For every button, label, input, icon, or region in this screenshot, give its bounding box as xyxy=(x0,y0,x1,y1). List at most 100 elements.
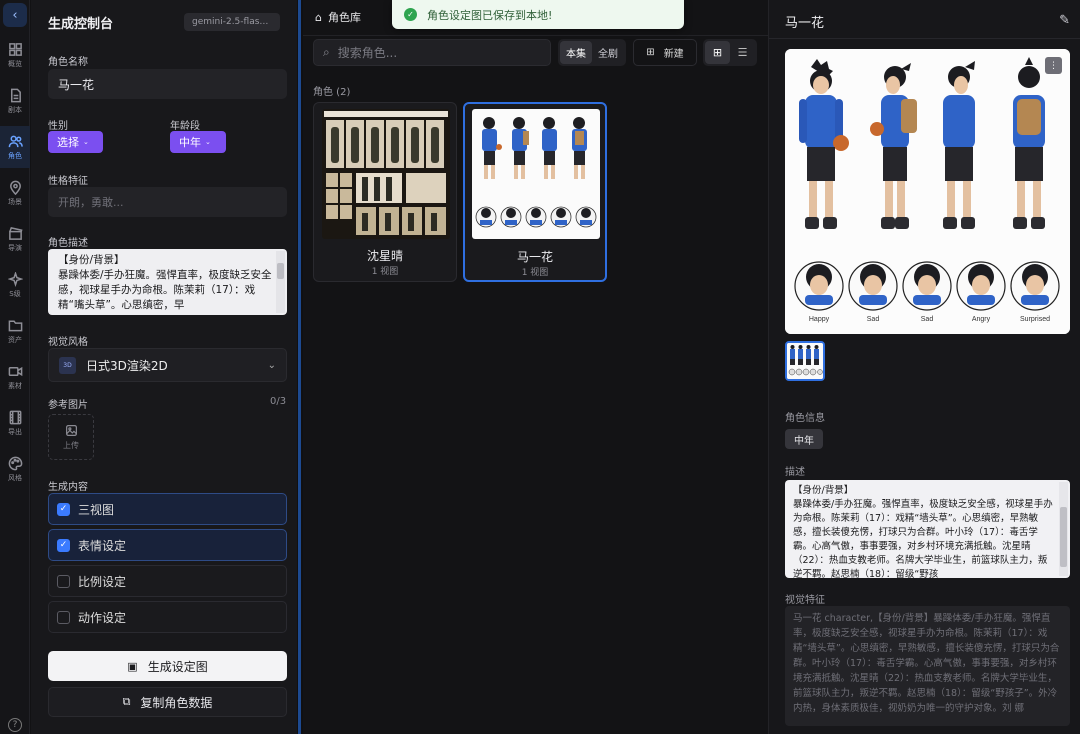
character-meta: 1 视图 xyxy=(521,268,549,278)
toast-notification: ✓ 角色设定图已保存到本地! xyxy=(392,0,684,29)
option-actions[interactable]: 动作设定 xyxy=(48,601,287,633)
generate-button[interactable]: ▣ 生成设定图 xyxy=(48,651,287,681)
visual-features-textarea[interactable]: 马一花 character,【身份/背景】暴躁体委/手办狂魔。强悍直率，极度缺乏… xyxy=(785,606,1070,726)
style-value: 日式3D渲染2D xyxy=(86,358,168,373)
toast-text: 角色设定图已保存到本地! xyxy=(427,8,553,22)
desc-textarea[interactable]: 【身份/背景】 暴躁体委/手办狂魔。强悍直率，极度缺乏安全感，视球星手办为命根。… xyxy=(785,480,1070,578)
expression-label: Sad xyxy=(867,316,880,323)
style-3d-icon: 3D xyxy=(59,356,76,374)
visual-label: 视觉特征 xyxy=(785,595,825,606)
upload-button[interactable]: 上传 xyxy=(48,414,94,460)
gender-select[interactable]: 选择 ⌄ xyxy=(48,131,103,153)
nav-item-script[interactable]: 剧本 xyxy=(0,80,30,122)
nav-item-overview[interactable]: 概览 xyxy=(0,34,30,76)
character-name: 沈星晴 xyxy=(366,249,403,263)
model-selector[interactable]: gemini-2.5-flash-i... xyxy=(184,13,280,31)
nav-item-export[interactable]: 导出 xyxy=(0,402,30,444)
name-label: 角色名称 xyxy=(48,57,88,68)
copy-icon: ⧉ xyxy=(122,695,131,708)
age-label: 年龄段 xyxy=(170,121,200,132)
search-icon: ⌕ xyxy=(323,45,330,59)
map-pin-icon xyxy=(9,180,21,195)
option-expressions[interactable]: ✓ 表情设定 xyxy=(48,529,287,561)
scrollbar[interactable] xyxy=(276,251,285,313)
gender-value: 选择 xyxy=(57,136,79,149)
desc-label: 角色描述 xyxy=(48,238,88,249)
nav-item-materials[interactable]: 素材 xyxy=(0,356,30,398)
nav-item-characters[interactable]: 角色 xyxy=(0,126,30,168)
nav-item-label: 场景 xyxy=(8,197,22,206)
chevron-down-icon: ⌄ xyxy=(83,138,89,146)
character-meta: 1 视图 xyxy=(371,267,399,277)
character-sheet-image[interactable]: Happy Sad Sad Angry Surprised ⋮ xyxy=(785,49,1070,334)
copy-label: 复制角色数据 xyxy=(140,695,213,710)
age-badge: 中年 xyxy=(785,429,823,449)
more-icon[interactable]: ⋮ xyxy=(1045,57,1062,74)
option-label: 三视图 xyxy=(78,502,115,517)
trait-input[interactable]: 开朗，勇敢... xyxy=(48,187,287,217)
desc-textarea[interactable]: 【身份/背景】 暴躁体委/手办狂魔。强悍直率，极度缺乏安全感，视球星手办为命根。… xyxy=(48,249,287,315)
desc-text: 【身份/背景】 暴躁体委/手办狂魔。强悍直率，极度缺乏安全感，视球星手办为命根。… xyxy=(58,254,272,311)
gender-label: 性别 xyxy=(48,121,68,132)
nav-item-s-grade[interactable]: S级 xyxy=(0,264,30,306)
list-view-icon[interactable]: ☰ xyxy=(730,41,755,64)
detail-title: 马一花 xyxy=(785,16,825,31)
desc-label: 描述 xyxy=(785,467,805,478)
nav-item-style[interactable]: 风格 xyxy=(0,448,30,490)
expression-label: Surprised xyxy=(1020,316,1050,323)
age-value: 中年 xyxy=(179,136,201,149)
image-file-icon: ▣ xyxy=(127,659,138,673)
style-label: 视觉风格 xyxy=(48,337,88,348)
option-proportions[interactable]: 比例设定 xyxy=(48,565,287,597)
nav-item-label: 资产 xyxy=(8,335,22,344)
sparkle-icon xyxy=(7,271,23,287)
character-card[interactable]: 沈星晴 1 视图 xyxy=(313,102,457,282)
image-thumbnail-selected[interactable] xyxy=(785,341,825,381)
home-icon: ⌂ xyxy=(315,10,322,24)
trait-label: 性格特征 xyxy=(48,176,88,187)
chevron-left-icon: ‹ xyxy=(12,7,18,23)
document-icon xyxy=(10,88,21,102)
style-select[interactable]: 3D 日式3D渲染2D ⌄ xyxy=(48,348,287,382)
expression-label: Angry xyxy=(972,316,991,323)
folder-plus-icon: ⊞ xyxy=(646,47,655,58)
chevron-down-icon: ⌄ xyxy=(205,138,211,146)
scope-episode[interactable]: 本集 xyxy=(560,41,592,64)
checkbox-checked-icon: ✓ xyxy=(57,538,70,552)
character-count: 角色 (2) xyxy=(313,87,351,98)
back-button[interactable]: ‹ xyxy=(3,3,27,27)
new-label: 新建 xyxy=(663,49,684,60)
new-button[interactable]: ⊞ 新建 xyxy=(633,39,697,66)
generate-label: 生成设定图 xyxy=(147,659,208,674)
expression-label: Happy xyxy=(809,316,830,323)
scope-series[interactable]: 全剧 xyxy=(592,41,624,64)
age-select[interactable]: 中年 ⌄ xyxy=(170,131,226,153)
expression-label: Sad xyxy=(921,316,934,323)
option-three-view[interactable]: ✓ 三视图 xyxy=(48,493,287,525)
tab-library[interactable]: ⌂ 角色库 xyxy=(315,9,361,25)
nav-rail: ‹ 概览 剧本 角色 场景 导演 S级 资产 素材 导出 风格 ? xyxy=(0,0,30,734)
palette-icon xyxy=(8,456,22,470)
nav-item-scenes[interactable]: 场景 xyxy=(0,172,30,214)
copy-button[interactable]: ⧉ 复制角色数据 xyxy=(48,687,287,717)
scrollbar[interactable] xyxy=(1059,482,1068,576)
grid-view-icon[interactable]: ⊞ xyxy=(705,41,730,64)
scope-toggle: 本集 全剧 xyxy=(558,39,626,66)
nav-item-label: 素材 xyxy=(8,381,22,390)
nav-item-label: 风格 xyxy=(8,473,22,482)
folder-icon xyxy=(8,320,22,331)
character-thumbnail xyxy=(322,109,450,239)
help-icon[interactable]: ? xyxy=(8,718,22,732)
name-input[interactable]: 马一花 xyxy=(48,69,287,99)
search-input[interactable]: ⌕ 搜索角色... xyxy=(313,39,551,66)
edit-icon[interactable]: ✎ xyxy=(1059,13,1070,28)
character-name: 马一花 xyxy=(516,250,553,264)
ref-label: 参考图片 xyxy=(48,400,88,411)
option-label: 比例设定 xyxy=(78,574,127,589)
panel-header: 生成控制台 gemini-2.5-flash-i... xyxy=(31,0,297,44)
character-card-selected[interactable]: 马一花 1 视图 xyxy=(463,102,607,282)
nav-item-assets[interactable]: 资产 xyxy=(0,310,30,352)
checkbox-checked-icon: ✓ xyxy=(57,502,70,516)
nav-item-label: 导出 xyxy=(8,427,22,436)
nav-item-director[interactable]: 导演 xyxy=(0,218,30,260)
